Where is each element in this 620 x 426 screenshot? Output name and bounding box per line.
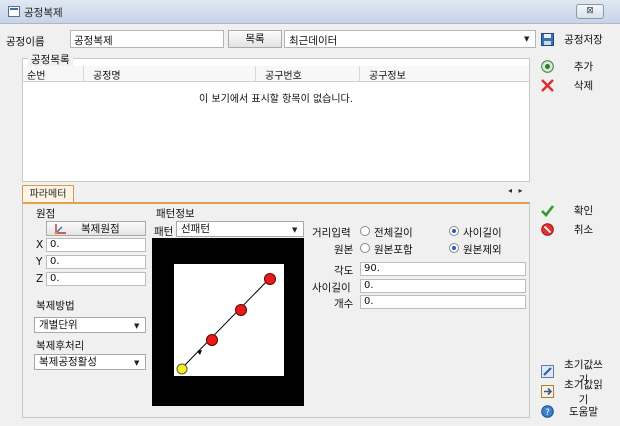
process-list-header: 순번 공정명 공구번호 공구정보 [23,66,529,82]
radio-between-length[interactable] [449,226,459,236]
ok-button[interactable]: 확인 [537,201,613,220]
column-header-tool-info[interactable]: 공구정보 [369,67,406,82]
pattern-preview [152,238,304,406]
add-label: 추가 [573,61,594,73]
svg-text:?: ? [545,408,550,418]
init-read-icon [541,385,554,398]
window-title: 공정복제 [24,7,63,19]
chevron-down-icon: ▼ [524,35,530,43]
help-button[interactable]: ? 도움말 [537,402,613,421]
post-copy-select[interactable]: 복제공정활성 [34,354,146,370]
cancel-icon [541,223,554,236]
pattern-preview-drawing [174,264,284,376]
chevron-down-icon: ▼ [134,359,140,367]
process-name-input[interactable]: 공정복제 [70,30,224,48]
radio-exclude-original-label: 원본제외 [463,244,502,256]
tab-parameters[interactable]: 파라메터 [22,185,74,203]
copy-method-select[interactable]: 개별단위 [34,317,146,333]
pattern-info-label: 패턴정보 [156,208,195,220]
help-icon: ? [541,405,554,418]
column-header-index[interactable]: 순번 [27,67,45,82]
empty-list-message: 이 보기에서 표시할 항목이 없습니다. [199,94,353,105]
cancel-button[interactable]: 취소 [537,220,613,239]
radio-total-length[interactable] [360,226,370,236]
save-process-label: 공정저장 [564,34,603,46]
pattern-point [206,334,218,346]
angle-label: 각도 [334,265,354,277]
process-name-label: 공정이름 [6,36,45,48]
chevron-down-icon: ▼ [292,226,298,234]
radio-include-original[interactable] [360,243,370,253]
z-label: Z [36,273,44,285]
original-label: 원본 [334,244,354,256]
origin-axis-icon [54,223,66,234]
pattern-point [235,304,247,316]
y-label: Y [36,256,43,268]
between-length-input[interactable]: 0. [360,279,526,293]
x-label: X [36,239,44,251]
column-header-process-name[interactable]: 공정명 [93,67,121,82]
add-button[interactable]: 추가 [537,57,613,76]
origin-point [176,363,188,375]
process-list-caption: 공정목록 [28,52,73,67]
chevron-down-icon: ▼ [134,322,140,330]
z-input[interactable]: 0. [46,272,146,286]
angle-input[interactable]: 90. [360,262,526,276]
radio-exclude-original[interactable] [449,243,459,253]
post-copy-label: 복제후처리 [36,340,85,352]
app-window-icon [8,6,20,17]
radio-total-length-label: 전체길이 [374,227,413,239]
cancel-label: 취소 [573,224,594,236]
delete-label: 삭제 [573,80,594,92]
copy-origin-label: 복제원점 [81,223,120,235]
help-label: 도움말 [569,406,598,418]
delete-x-icon [541,79,554,92]
between-length-label: 사이길이 [312,282,351,294]
radio-include-original-label: 원본포함 [374,244,413,256]
title-bar [0,0,620,24]
tab-scroll-arrows[interactable]: ◂ ▸ [508,186,525,195]
distance-input-label: 거리입력 [312,227,351,239]
copy-origin-button[interactable]: 복제원점 [46,221,146,236]
copy-method-label: 복제방법 [36,300,75,312]
radio-between-length-label: 사이길이 [463,227,502,239]
count-input[interactable]: 0. [360,295,526,309]
save-icon [541,33,554,46]
column-separator[interactable] [359,66,360,82]
save-process-button[interactable]: 공정저장 [537,30,613,49]
y-input[interactable]: 0. [46,255,146,269]
pattern-label: 패턴 [154,226,174,238]
close-button[interactable]: ⊠ [576,4,604,19]
x-input[interactable]: 0. [46,238,146,252]
pattern-select[interactable]: 선패턴 [176,221,304,237]
checkmark-icon [541,205,554,217]
delete-button[interactable]: 삭제 [537,76,613,95]
recent-data-select[interactable]: 최근데이터 [284,30,536,48]
init-write-icon [541,365,554,378]
pattern-point [264,273,276,285]
add-icon [541,60,554,73]
column-header-tool-number[interactable]: 공구번호 [265,67,302,82]
origin-label: 원점 [36,208,56,220]
ok-label: 확인 [573,205,594,217]
column-separator[interactable] [255,66,256,82]
list-button[interactable]: 목록 [228,30,282,48]
init-read-button[interactable]: 초기값읽기 [537,379,613,406]
column-separator[interactable] [83,66,84,82]
count-label: 개수 [334,298,354,310]
